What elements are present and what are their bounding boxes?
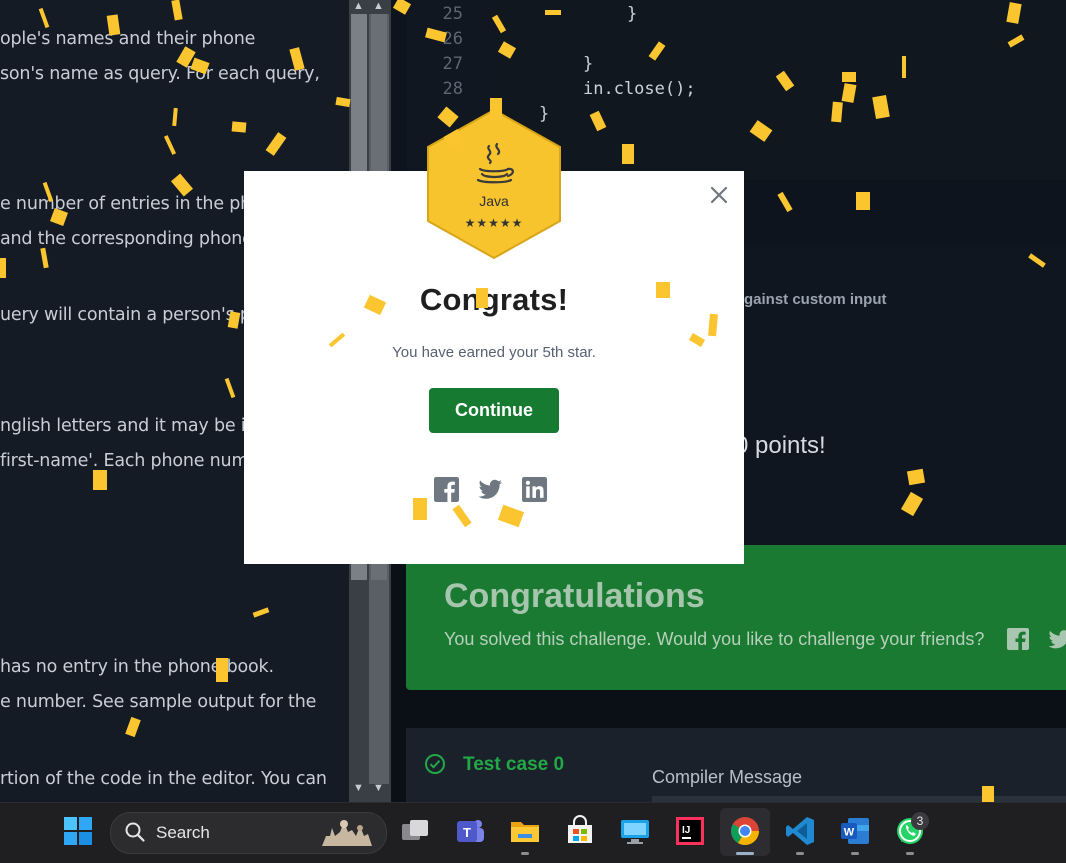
svg-text:W: W — [844, 827, 855, 839]
vscode-icon[interactable] — [783, 814, 817, 848]
problem-text-line: and the corresponding phone — [0, 229, 253, 249]
running-indicator — [906, 852, 914, 855]
problem-text-line: son's name as query. For each query, — [0, 64, 320, 84]
points-text: 0 points! — [735, 432, 826, 459]
compiler-message-label: Compiler Message — [652, 767, 803, 787]
search-highlight-image-icon — [318, 814, 376, 850]
code-line: in.close(); — [583, 79, 696, 99]
running-indicator — [521, 852, 529, 855]
svg-text:T: T — [463, 825, 471, 840]
custom-input-label[interactable]: gainst custom input — [744, 291, 887, 308]
problem-text-line: uery will contain a person's pa — [0, 305, 262, 325]
notification-badge: 3 — [911, 812, 929, 830]
problem-text-line: e number of entries in the pho — [0, 194, 262, 214]
file-explorer-icon[interactable] — [508, 814, 542, 848]
microsoft-store-icon[interactable] — [563, 814, 597, 848]
problem-text-line: ople's names and their phone — [0, 29, 256, 49]
task-view-icon[interactable] — [398, 814, 432, 848]
running-indicator — [796, 852, 804, 855]
java-star-badge: Java ★★★★★ — [427, 108, 561, 260]
congratulations-banner: Congratulations You solved this challeng… — [406, 545, 1066, 690]
twitter-share-icon[interactable] — [478, 479, 503, 501]
intellij-icon[interactable]: IJ — [673, 814, 707, 848]
code-line: } — [627, 4, 638, 24]
line-number: 27 — [442, 54, 463, 74]
chrome-icon[interactable] — [728, 814, 762, 848]
problem-text-line: rtion of the code in the editor. You can — [0, 769, 327, 789]
problem-text-line: has no entry in the phone book. — [0, 657, 274, 677]
word-icon[interactable]: W — [838, 814, 872, 848]
scroll-up-arrow-icon[interactable]: ▲ — [353, 0, 364, 12]
problem-text-line: first-name'. Each phone numb — [0, 451, 260, 471]
line-number: 28 — [442, 79, 463, 99]
search-icon — [125, 822, 145, 842]
modal-message: You have earned your 5th star. — [392, 344, 596, 361]
continue-button[interactable]: Continue — [429, 388, 559, 433]
banner-subtitle: You solved this challenge. Would you lik… — [444, 629, 985, 649]
linkedin-share-icon[interactable] — [522, 477, 547, 502]
twitter-icon[interactable] — [1048, 629, 1066, 651]
badge-language: Java — [479, 193, 509, 209]
monitor-icon[interactable] — [618, 814, 652, 848]
close-icon[interactable] — [709, 185, 729, 205]
five-stars-icon: ★★★★★ — [465, 216, 524, 230]
line-number: 25 — [442, 4, 463, 24]
scroll-up-arrow-icon[interactable]: ▲ — [373, 0, 384, 12]
search-label: Search — [156, 823, 210, 842]
problem-text-line: e number. See sample output for the — [0, 692, 317, 712]
facebook-icon[interactable] — [1006, 627, 1030, 651]
check-circle-icon — [425, 754, 445, 774]
running-indicator — [736, 852, 754, 855]
facebook-share-icon[interactable] — [434, 477, 459, 502]
problem-text-line: nglish letters and it may be in t — [0, 416, 269, 436]
running-indicator — [851, 852, 859, 855]
test-case-tab[interactable]: Test case 0 — [463, 754, 564, 776]
scroll-down-arrow-icon[interactable]: ▼ — [373, 782, 384, 794]
code-line: } — [583, 54, 594, 74]
svg-text:★★★★★: ★★★★★ — [465, 216, 524, 230]
banner-title: Congratulations — [444, 577, 705, 615]
svg-text:IJ: IJ — [682, 825, 690, 836]
teams-icon[interactable]: T — [453, 814, 487, 848]
scroll-down-arrow-icon[interactable]: ▼ — [353, 782, 364, 794]
windows-start-icon[interactable] — [62, 815, 94, 847]
